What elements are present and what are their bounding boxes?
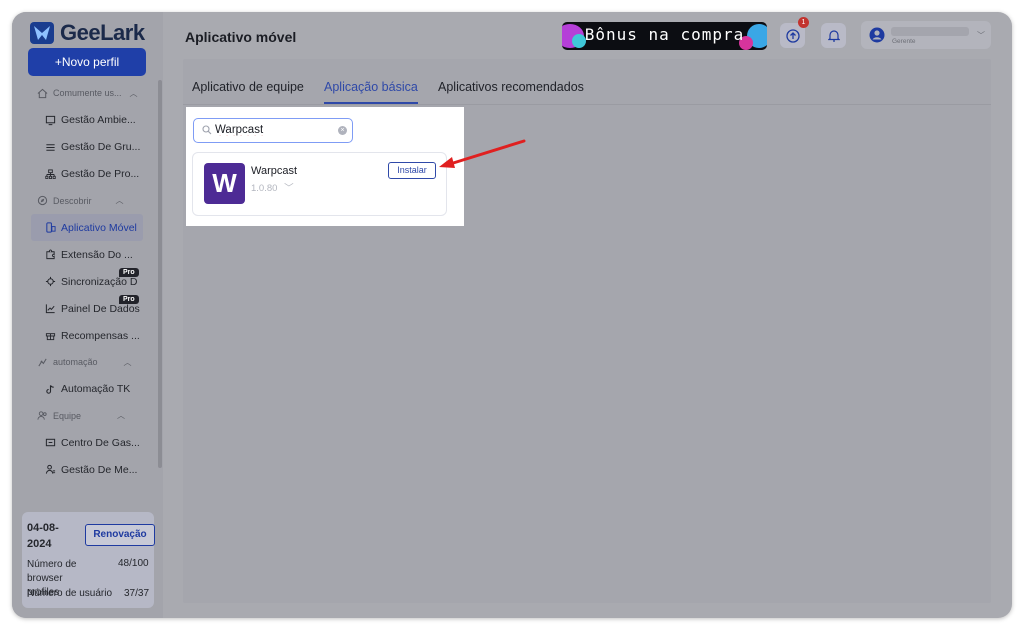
user-role: Gerente (892, 38, 916, 45)
sidebar-section-label: Comumente us... (53, 88, 122, 99)
upload-button[interactable]: 1 (780, 17, 809, 48)
browser-profiles-value: 48/100 (118, 558, 149, 569)
sidebar-item-label: Gestão De Gru... (61, 141, 141, 153)
wallet-icon (45, 438, 56, 447)
sync-icon (45, 276, 56, 287)
sidebar: GeeLark +Novo perfil Comumente us... ︿ G… (12, 12, 163, 618)
promo-banner[interactable]: Bônus na compra (562, 22, 767, 50)
notifications-button[interactable] (821, 23, 846, 48)
sidebar-item-sync[interactable]: Sincronização D Pro (12, 268, 163, 295)
search-input[interactable] (215, 124, 325, 136)
sidebar-item-label: Centro De Gas... (61, 436, 140, 449)
tab-basic-apps[interactable]: Aplicação básica (324, 80, 418, 104)
sidebar-scrollbar[interactable] (158, 80, 162, 468)
sidebar-item-label: Painel De Dados (61, 302, 140, 315)
sidebar-item-dashboard[interactable]: Painel De Dados Pro (12, 295, 163, 322)
app-window: GeeLark +Novo perfil Comumente us... ︿ G… (12, 12, 1012, 618)
geelark-logo-icon (30, 22, 54, 44)
tab-bar: Aplicativo de equipe Aplicação básica Ap… (183, 59, 991, 105)
sidebar-item-label: Automação TK (61, 383, 131, 395)
member-icon (45, 464, 56, 474)
sidebar-item-label: Aplicativo Móvel (61, 221, 137, 234)
tab-team-apps[interactable]: Aplicativo de equipe (192, 80, 304, 102)
install-button[interactable]: Instalar (388, 162, 436, 179)
warpcast-logo: W (204, 163, 245, 204)
app-version: 1.0.80 (251, 183, 278, 194)
tiktok-icon (46, 384, 54, 394)
sidebar-section-label: Equipe (53, 410, 82, 421)
sidebar-section-team[interactable]: Equipe ︿ (12, 403, 163, 430)
sidebar-item-proxies[interactable]: Gestão De Pro... (12, 161, 163, 188)
compass-icon (37, 196, 48, 206)
notification-badge: 1 (798, 17, 809, 28)
sidebar-section-label: automação (53, 357, 98, 368)
mobile-app-icon (46, 222, 56, 233)
users-label: Número de usuário (27, 588, 113, 599)
chevron-up-icon: ︿ (115, 196, 124, 206)
environment-icon (45, 115, 56, 125)
user-name-redacted (891, 27, 969, 36)
app-result-card: W Warpcast 1.0.80 ﹀ Instalar (192, 152, 447, 216)
team-icon (37, 411, 47, 420)
sidebar-nav: Comumente us... ︿ Gestão Ambie... Gestão… (12, 80, 163, 483)
clear-search-icon[interactable]: × (338, 126, 347, 135)
sidebar-section-discover[interactable]: Descobrir ︿ (12, 188, 163, 215)
user-menu[interactable]: Gerente ﹀ (861, 21, 991, 49)
app-version-select[interactable]: 1.0.80 ﹀ (251, 180, 294, 194)
user-avatar-icon (869, 27, 885, 43)
automation-icon (38, 358, 47, 367)
page-title: Aplicativo móvel (185, 29, 297, 45)
renew-button[interactable]: Renovação (85, 524, 155, 546)
chevron-up-icon: ︿ (123, 357, 132, 367)
sidebar-item-expense-center[interactable]: Centro De Gas... (12, 429, 163, 456)
sidebar-item-label: Gestão De Pro... (61, 168, 140, 180)
brand-name: GeeLark (60, 20, 145, 45)
search-icon (202, 125, 212, 135)
chevron-down-icon: ﹀ (284, 183, 294, 194)
network-icon (45, 168, 56, 179)
sidebar-section-automation[interactable]: automação ︿ (12, 349, 163, 376)
sidebar-section-label: Descobrir (53, 195, 92, 206)
chart-icon (45, 304, 55, 314)
subscription-info-card: 04-08-2024 Renovação Número de browser p… (22, 512, 155, 608)
sidebar-item-label: Sincronização D (61, 275, 138, 288)
bell-icon (827, 30, 840, 42)
annotation-arrow (439, 139, 526, 168)
search-field[interactable]: × (193, 118, 353, 143)
puzzle-icon (46, 249, 55, 260)
promo-text: Bônus na compra (584, 25, 745, 44)
chevron-down-icon: ﹀ (977, 31, 985, 40)
sidebar-item-environment[interactable]: Gestão Ambie... (12, 107, 163, 134)
sidebar-item-member-management[interactable]: Gestão De Me... (12, 456, 163, 483)
chevron-up-icon: ︿ (129, 88, 138, 98)
brand-logo[interactable]: GeeLark (30, 20, 145, 46)
list-icon (46, 143, 55, 151)
sidebar-item-label: Recompensas ... (61, 329, 140, 342)
new-profile-button[interactable]: +Novo perfil (28, 48, 146, 76)
pro-badge: Pro (119, 295, 139, 304)
subscription-date: 04-08-2024 (27, 522, 59, 550)
sidebar-item-tk-automation[interactable]: Automação TK (12, 376, 163, 403)
sidebar-section-common[interactable]: Comumente us... ︿ (12, 80, 163, 107)
arrow-up-circle-icon (785, 28, 800, 43)
home-icon (37, 88, 48, 98)
tab-recommended-apps[interactable]: Aplicativos recomendados (438, 80, 584, 102)
sidebar-item-mobile-app[interactable]: Aplicativo Móvel (31, 214, 143, 241)
sidebar-item-groups[interactable]: Gestão De Gru... (12, 134, 163, 161)
pro-badge: Pro (119, 268, 139, 277)
users-value: 37/37 (124, 588, 150, 599)
sidebar-item-label: Extensão Do ... (61, 248, 133, 261)
gift-icon (45, 333, 56, 341)
sidebar-item-extension[interactable]: Extensão Do ... (12, 241, 163, 268)
chevron-up-icon: ︿ (117, 411, 126, 421)
sidebar-item-rewards[interactable]: Recompensas ... (12, 322, 163, 349)
sidebar-item-label: Gestão Ambie... (61, 114, 136, 126)
app-name: Warpcast (251, 165, 298, 177)
highlighted-search-panel: × W Warpcast 1.0.80 ﹀ Instalar (186, 107, 464, 226)
sidebar-item-label: Gestão De Me... (61, 463, 138, 476)
